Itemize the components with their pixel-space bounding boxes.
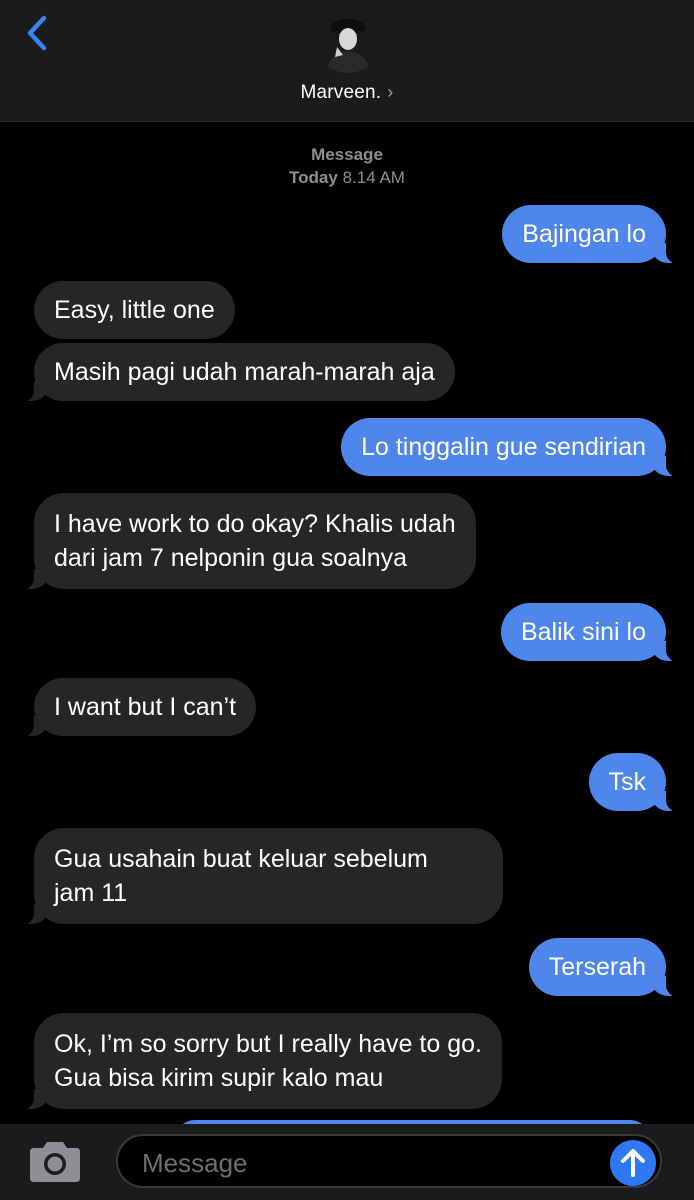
- person-avatar-icon: [325, 19, 371, 73]
- message-text-line: dari jam 7 nelponin gua soalnya: [54, 544, 408, 572]
- message-text: Masih pagi udah marah-marah aja: [54, 358, 435, 386]
- incoming-message[interactable]: Easy, little one: [34, 281, 235, 339]
- outgoing-message[interactable]: Lo tinggalin gue sendirian: [341, 418, 680, 477]
- send-button[interactable]: [610, 1140, 656, 1186]
- avatar[interactable]: [315, 7, 381, 73]
- service-label: Message: [311, 145, 383, 164]
- message-text-line: Ok, I’m so sorry but I really have to go…: [54, 1030, 482, 1058]
- outgoing-message[interactable]: Bajingan lo: [502, 205, 680, 264]
- incoming-message[interactable]: Masih pagi udah marah-marah aja: [20, 343, 455, 402]
- timestamp-day: Today: [289, 168, 338, 187]
- message-text: Lo tinggalin gue sendirian: [361, 433, 646, 461]
- camera-icon: [30, 1142, 80, 1182]
- message-text-line: I have work to do okay? Khalis udah: [54, 510, 456, 538]
- message-input[interactable]: [140, 1144, 584, 1182]
- outgoing-message[interactable]: Tsk: [588, 753, 680, 812]
- incoming-message[interactable]: Gua usahain buat keluar sebelum jam 11: [20, 828, 503, 925]
- message-text-line: jam 11: [54, 879, 128, 907]
- message-text-line: Gua usahain buat keluar sebelum: [54, 845, 428, 873]
- back-button[interactable]: [22, 14, 58, 54]
- timestamp: Today 8.14 AM: [0, 168, 694, 188]
- message-text: Bajingan lo: [522, 220, 646, 248]
- message-text: Easy, little one: [54, 296, 215, 324]
- incoming-message[interactable]: I want but I can’t: [19, 678, 257, 737]
- timestamp-time: 8.14 AM: [342, 168, 405, 187]
- camera-button[interactable]: [26, 1138, 84, 1186]
- incoming-message[interactable]: Ok, I’m so sorry but I really have to go…: [20, 1013, 502, 1110]
- message-input-container[interactable]: [116, 1134, 662, 1188]
- outgoing-message[interactable]: Terserah: [528, 938, 681, 997]
- message-text-line: Gua bisa kirim supir kalo mau: [54, 1064, 384, 1092]
- message-text: I want but I can’t: [54, 693, 237, 721]
- message-text: Balik sini lo: [520, 618, 646, 646]
- chevron-right-icon: ›: [387, 82, 394, 102]
- arrow-up-icon: [621, 1149, 645, 1177]
- chevron-left-icon: [27, 15, 47, 51]
- conversation-header: Marveen. ›: [0, 0, 694, 122]
- message-text: Tsk: [608, 768, 647, 796]
- contact-name: Marveen.: [300, 82, 382, 103]
- contact-name-button[interactable]: Marveen. ›: [0, 82, 694, 104]
- outgoing-message[interactable]: Balik sini lo: [500, 603, 681, 662]
- message-text: Terserah: [548, 953, 646, 981]
- incoming-message[interactable]: I have work to do okay? Khalis udah dari…: [20, 493, 476, 590]
